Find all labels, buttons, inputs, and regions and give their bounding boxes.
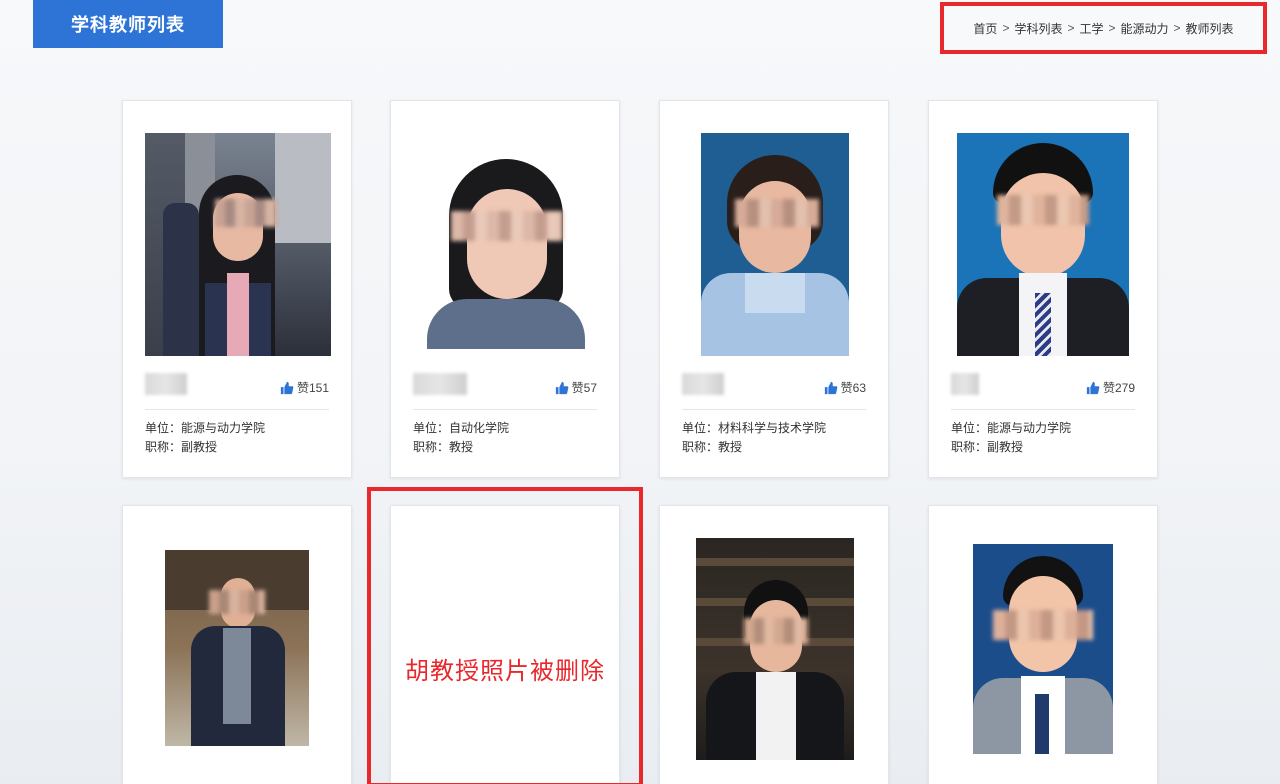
unit-label: 单位： — [145, 421, 182, 435]
teacher-info: 单位：能源与动力学院 职称：副教授 — [951, 419, 1071, 457]
breadcrumb-energy-power[interactable]: 能源动力 — [1121, 20, 1169, 37]
teacher-name-blurred — [682, 373, 724, 395]
like-prefix: 赞 — [1102, 381, 1115, 395]
divider — [951, 409, 1135, 410]
divider — [682, 409, 866, 410]
page-title-tab[interactable]: 学科教师列表 — [33, 0, 223, 48]
like-prefix: 赞 — [840, 381, 853, 395]
unit-label: 单位： — [951, 421, 988, 435]
teacher-card[interactable] — [928, 505, 1158, 784]
teacher-card[interactable]: 赞 57 单位：自动化学院 职称：教授 — [390, 100, 620, 478]
photo-removed-annotation: 胡教授照片被删除 — [405, 658, 605, 685]
teacher-card[interactable] — [122, 505, 352, 784]
teacher-name-blurred — [145, 373, 187, 395]
like-prefix: 赞 — [571, 381, 584, 395]
title-label: 职称： — [413, 440, 450, 454]
like-counter[interactable]: 赞 63 — [824, 379, 866, 396]
thumbs-up-icon[interactable] — [555, 381, 569, 395]
breadcrumb-home[interactable]: 首页 — [973, 20, 997, 37]
teacher-photo[interactable] — [165, 550, 309, 746]
thumbs-up-icon[interactable] — [1086, 381, 1100, 395]
top-bar: 学科教师列表 首页 > 学科列表 > 工学 > 能源动力 > 教师列表 — [0, 0, 1280, 54]
teacher-photo[interactable] — [701, 133, 849, 356]
page: 学科教师列表 首页 > 学科列表 > 工学 > 能源动力 > 教师列表 赞 15… — [0, 0, 1280, 784]
teacher-photo[interactable] — [145, 133, 331, 356]
teacher-card[interactable]: 赞 279 单位：能源与动力学院 职称：副教授 — [928, 100, 1158, 478]
teacher-name-blurred — [413, 373, 467, 395]
like-count: 63 — [852, 380, 866, 395]
teacher-name-blurred — [951, 373, 979, 395]
thumbs-up-icon[interactable] — [280, 381, 294, 395]
breadcrumb-separator: > — [1108, 21, 1116, 35]
breadcrumb-separator: > — [1002, 21, 1010, 35]
like-counter[interactable]: 赞 279 — [1086, 379, 1135, 396]
breadcrumb-separator: > — [1067, 21, 1075, 35]
teacher-card[interactable]: 赞 63 单位：材料科学与技术学院 职称：教授 — [659, 100, 889, 478]
teacher-card[interactable]: 赞 151 单位：能源与动力学院 职称：副教授 — [122, 100, 352, 478]
teacher-info: 单位：材料科学与技术学院 职称：教授 — [682, 419, 826, 457]
title-label: 职称： — [682, 440, 719, 454]
title-value: 副教授 — [181, 440, 218, 454]
photo-removed-highlight: 胡教授照片被删除 — [367, 487, 643, 784]
teacher-photo[interactable] — [696, 538, 854, 760]
divider — [145, 409, 329, 410]
breadcrumb: 首页 > 学科列表 > 工学 > 能源动力 > 教师列表 — [973, 20, 1233, 37]
unit-value: 材料科学与技术学院 — [718, 421, 827, 435]
unit-label: 单位： — [413, 421, 450, 435]
like-counter[interactable]: 赞 57 — [555, 379, 597, 396]
title-value: 教授 — [449, 440, 474, 454]
like-counter[interactable]: 赞 151 — [280, 379, 329, 396]
like-count: 57 — [583, 380, 597, 395]
teacher-card[interactable] — [659, 505, 889, 784]
breadcrumb-teacher-list: 教师列表 — [1185, 21, 1234, 36]
like-count: 279 — [1114, 380, 1135, 395]
teacher-info: 单位：自动化学院 职称：教授 — [413, 419, 509, 457]
breadcrumb-highlight: 首页 > 学科列表 > 工学 > 能源动力 > 教师列表 — [940, 2, 1267, 54]
breadcrumb-engineering[interactable]: 工学 — [1079, 20, 1103, 37]
teacher-photo[interactable] — [973, 544, 1113, 754]
breadcrumb-separator: > — [1173, 21, 1181, 35]
like-count: 151 — [308, 380, 329, 395]
thumbs-up-icon[interactable] — [824, 381, 838, 395]
title-label: 职称： — [145, 440, 182, 454]
breadcrumb-subject-list[interactable]: 学科列表 — [1014, 20, 1062, 37]
title-value: 副教授 — [987, 440, 1024, 454]
like-prefix: 赞 — [296, 381, 309, 395]
teacher-photo[interactable] — [957, 133, 1129, 356]
title-label: 职称： — [951, 440, 988, 454]
title-value: 教授 — [718, 440, 743, 454]
unit-value: 能源与动力学院 — [987, 421, 1072, 435]
unit-value: 能源与动力学院 — [181, 421, 266, 435]
teacher-photo[interactable] — [427, 159, 585, 349]
teacher-info: 单位：能源与动力学院 职称：副教授 — [145, 419, 265, 457]
unit-value: 自动化学院 — [449, 421, 510, 435]
divider — [413, 409, 597, 410]
unit-label: 单位： — [682, 421, 719, 435]
